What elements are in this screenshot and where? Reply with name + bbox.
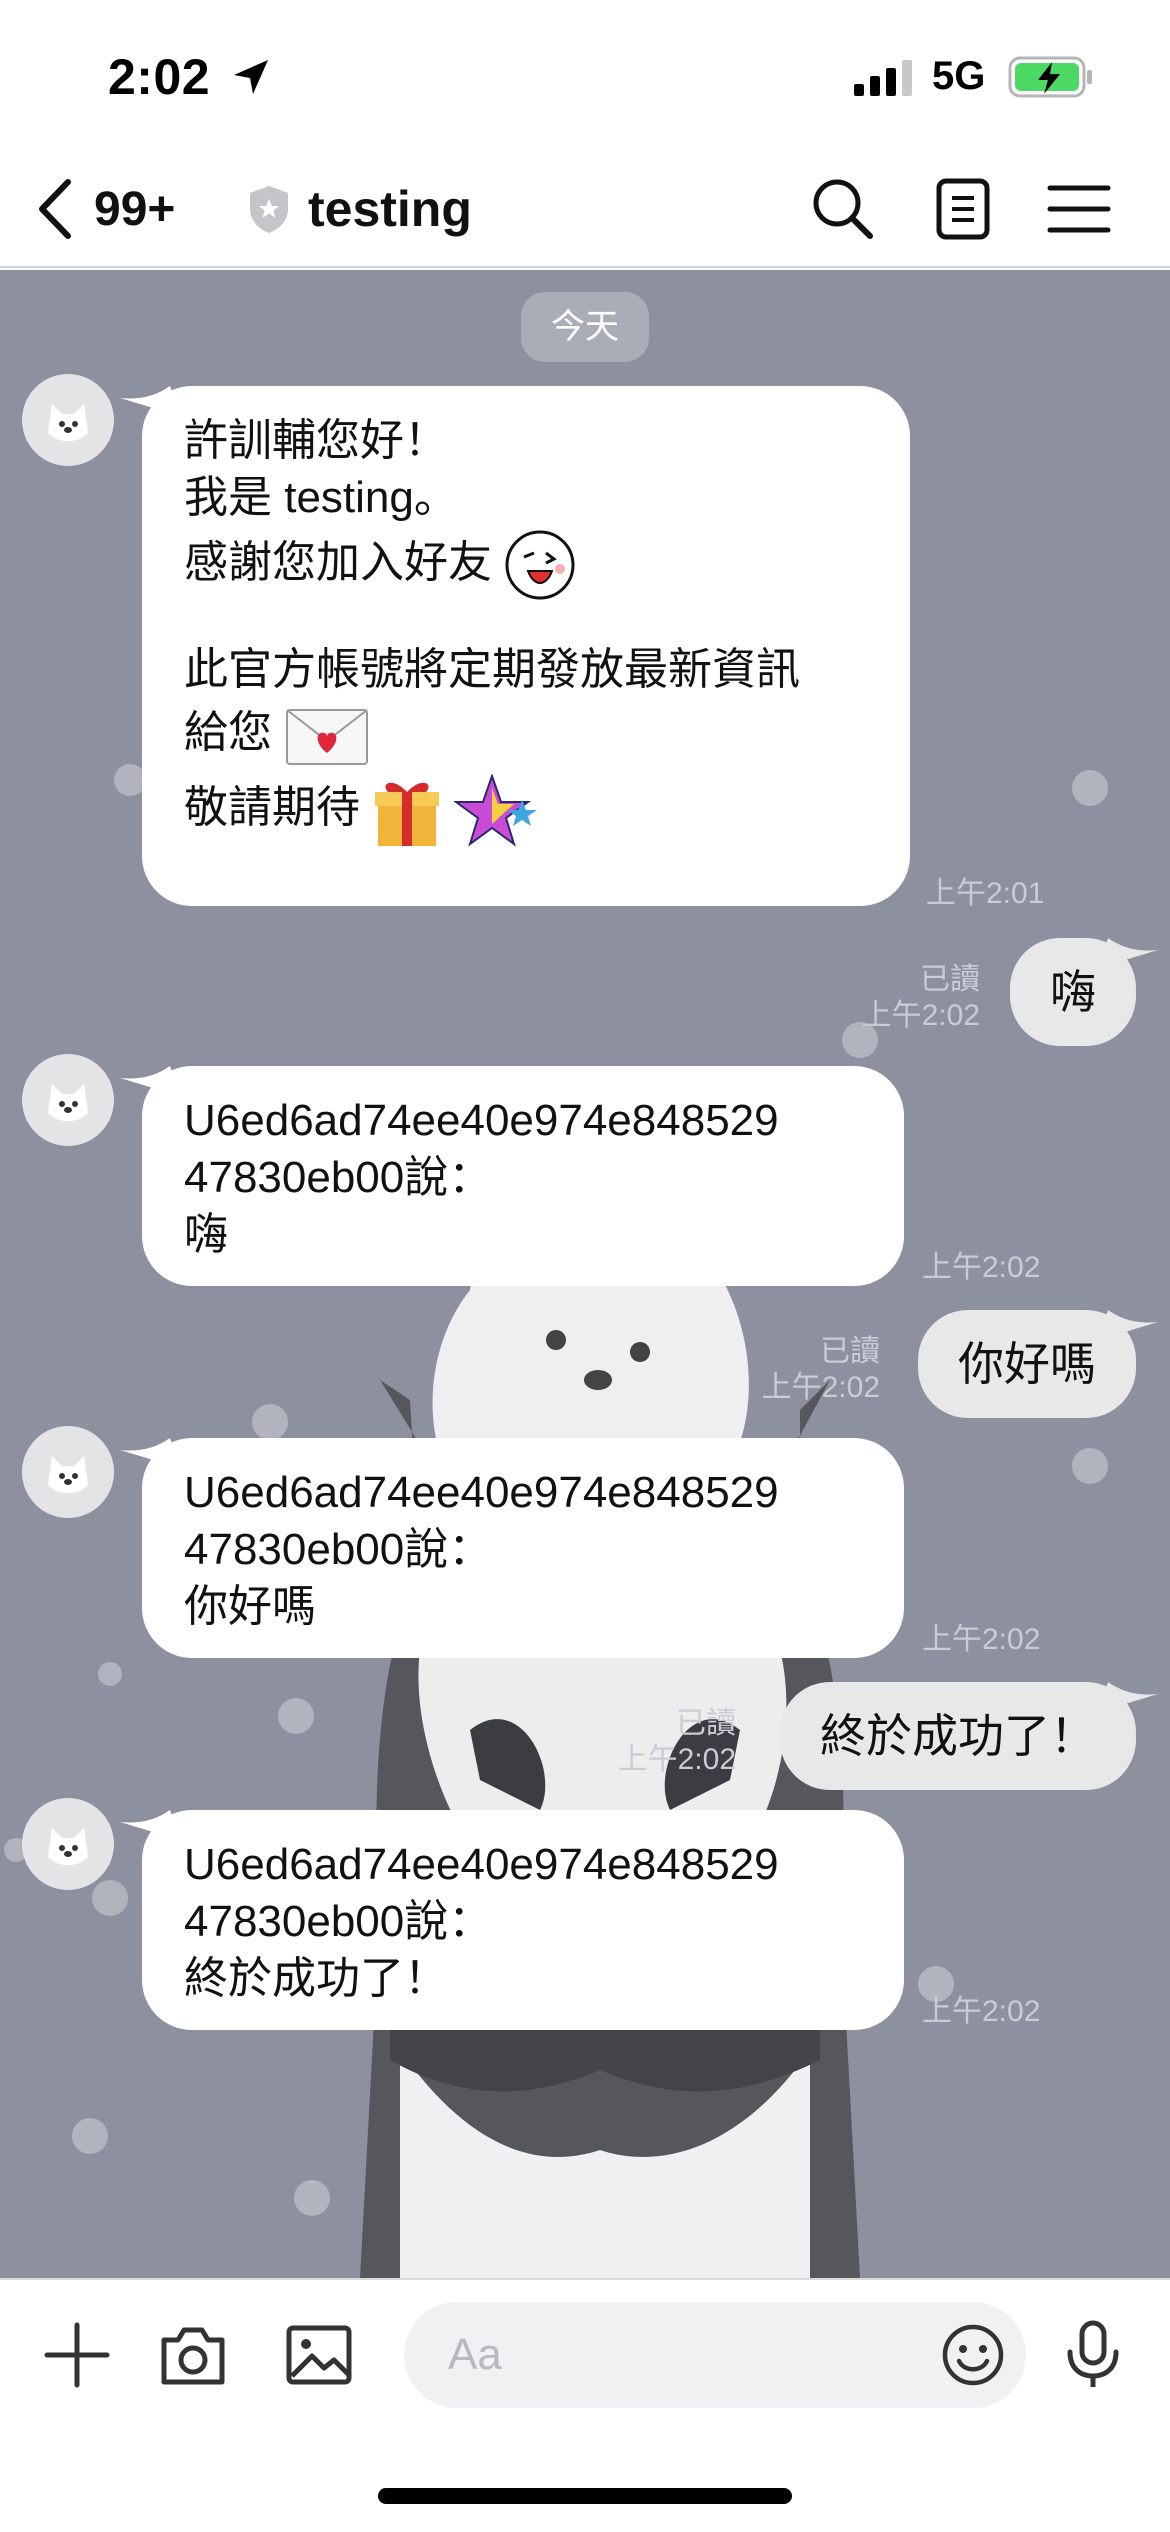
outgoing-message-bubble[interactable]: 終於成功了！	[780, 1682, 1158, 1790]
outgoing-message-bubble[interactable]: 你好嗎	[918, 1310, 1158, 1418]
outgoing-message-bubble[interactable]: 嗨	[1010, 938, 1158, 1046]
read-receipt: 已讀	[676, 1707, 736, 1740]
bubble-tail	[120, 1810, 180, 1840]
bubble-tail	[120, 386, 180, 416]
incoming-message-bubble[interactable]: U6ed6ad74ee40e974e848529 47830eb00說： 終於成…	[120, 1810, 904, 2030]
bubble-tail	[1098, 938, 1158, 968]
message-text: 敬請期待	[184, 783, 360, 833]
stars-emoji	[454, 773, 538, 847]
shield-icon	[250, 186, 288, 233]
message-meta: 已讀 上午2:02	[862, 962, 980, 1034]
incoming-message-bubble[interactable]: 許訓輔您好！ 我是 testing。 感謝您加入好友 此官方帳號將定期發放最新資…	[120, 386, 910, 906]
message-text: 嗨	[1050, 966, 1096, 1018]
chat-header: 99+ testing	[0, 150, 1170, 268]
message-time: 上午2:02	[861, 999, 980, 1032]
love-letter-emoji	[286, 708, 369, 765]
sender-avatar[interactable]	[22, 1798, 114, 1890]
home-indicator	[378, 2488, 792, 2504]
sender-avatar[interactable]	[22, 1426, 114, 1518]
message-time: 上午2:02	[922, 1251, 1041, 1284]
date-separator: 今天	[521, 292, 649, 362]
read-receipt: 已讀	[820, 1335, 880, 1368]
menu-icon[interactable]	[1046, 176, 1112, 242]
message-text: 終於成功了！	[820, 1710, 1096, 1762]
chat-title-group[interactable]: testing	[246, 172, 472, 246]
message-text: 嗨	[184, 1210, 228, 1259]
notes-icon[interactable]	[930, 176, 996, 242]
read-receipt: 已讀	[920, 963, 980, 996]
chat-title: testing	[308, 181, 472, 237]
bubble-tail	[1098, 1310, 1158, 1340]
sender-avatar[interactable]	[22, 374, 114, 466]
message-input[interactable]	[448, 2302, 908, 2408]
message-text: 你好嗎	[184, 1582, 316, 1631]
message-text: 47830eb00說：	[184, 1525, 493, 1574]
camera-icon[interactable]	[158, 2320, 228, 2390]
sender-avatar[interactable]	[22, 1054, 114, 1146]
status-bar: 2:02 5G	[0, 0, 1170, 150]
message-time: 上午2:02	[761, 1371, 880, 1404]
back-chevron-icon	[39, 179, 71, 239]
cellular-signal-icon	[854, 60, 912, 96]
microphone-icon[interactable]	[1058, 2320, 1128, 2390]
message-meta: 已讀 上午2:02	[762, 1334, 880, 1406]
message-time: 上午2:02	[922, 1623, 1041, 1656]
message-text: 感謝您加入好友	[184, 538, 492, 587]
message-time: 上午2:02	[617, 1743, 736, 1776]
message-text: 許訓輔您好！	[184, 416, 448, 465]
back-button[interactable]: 99+	[36, 172, 206, 246]
message-text: U6ed6ad74ee40e974e848529	[184, 1840, 779, 1889]
message-text: 47830eb00說：	[184, 1153, 493, 1202]
chat-area[interactable]: 今天 許訓輔您好！ 我是 testing。 感謝您加入好友 此官方帳號將定期發放…	[0, 270, 1170, 2278]
message-time: 上午2:02	[922, 1995, 1041, 2028]
message-text: 給您	[184, 708, 272, 758]
message-text: 此官方帳號將定期發放最新資訊	[184, 645, 800, 695]
battery-charging-icon	[1008, 56, 1092, 98]
message-text: 終於成功了！	[184, 1954, 448, 2003]
status-time: 2:02	[108, 49, 211, 105]
message-text: U6ed6ad74ee40e974e848529	[184, 1468, 779, 1517]
location-arrow-icon	[234, 60, 268, 94]
message-text: U6ed6ad74ee40e974e848529	[184, 1096, 779, 1145]
image-icon[interactable]	[284, 2320, 354, 2390]
message-text: 你好嗎	[958, 1338, 1096, 1390]
wink-face-emoji	[505, 530, 575, 600]
incoming-message-bubble[interactable]: U6ed6ad74ee40e974e848529 47830eb00說： 你好嗎	[120, 1438, 904, 1658]
search-icon[interactable]	[810, 176, 876, 242]
message-text: 47830eb00說：	[184, 1897, 493, 1946]
incoming-message-bubble[interactable]: U6ed6ad74ee40e974e848529 47830eb00說： 嗨	[120, 1066, 904, 1286]
bubble-tail	[1098, 1682, 1158, 1712]
plus-icon[interactable]	[42, 2320, 112, 2390]
network-label: 5G	[932, 54, 986, 98]
message-time: 上午2:01	[926, 877, 1045, 910]
bubble-tail	[120, 1066, 180, 1096]
message-input-container[interactable]	[404, 2302, 1026, 2408]
message-meta: 已讀 上午2:02	[618, 1706, 736, 1778]
gift-emoji	[375, 782, 440, 846]
message-text: 我是 testing。	[184, 473, 458, 522]
emoji-icon[interactable]	[940, 2322, 1006, 2388]
bubble-tail	[120, 1438, 180, 1468]
unread-count: 99+	[94, 182, 176, 236]
